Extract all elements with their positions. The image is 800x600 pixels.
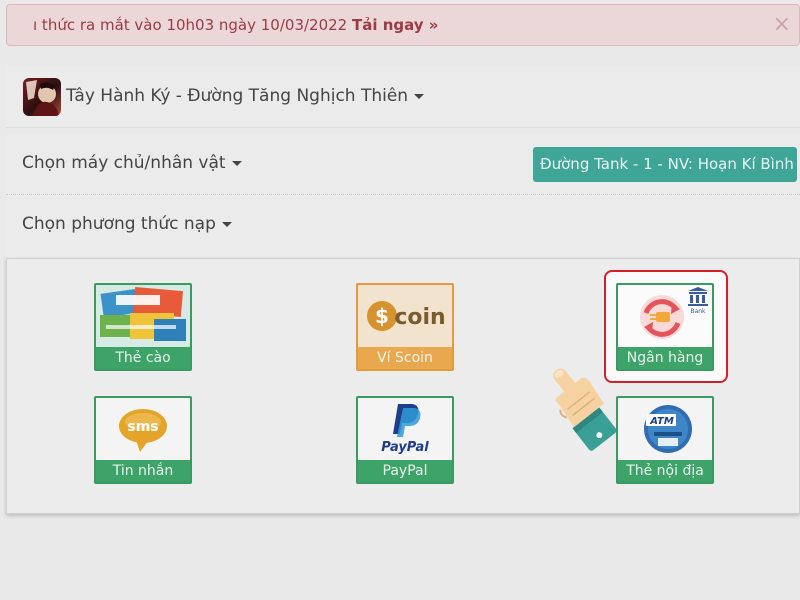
sms-logo-text: sms <box>127 419 158 435</box>
svg-text:$: $ <box>375 304 389 328</box>
atm-logo-text: ATM <box>649 416 674 427</box>
paypal-icon: PayPal <box>358 398 452 460</box>
caret-down-icon <box>414 93 425 99</box>
server-label: Chọn máy chủ/nhân vật <box>22 153 226 173</box>
method-label: Thẻ cào <box>96 347 190 369</box>
game-title: Tây Hành Ký - Đường Tăng Nghịch Thiên <box>66 86 409 106</box>
payment-label: Chọn phương thức nạp <box>22 214 216 234</box>
close-icon[interactable]: × <box>773 5 791 45</box>
bank-transfer-icon: Bank <box>618 285 712 347</box>
game-panel: Tây Hành Ký - Đường Tăng Nghịch Thiên <box>6 66 800 128</box>
paypal-logo-text: PayPal <box>381 440 429 455</box>
payment-method-dropdown[interactable]: Chọn phương thức nạp <box>22 214 232 234</box>
divider <box>6 194 800 195</box>
game-select-dropdown[interactable]: Tây Hành Ký - Đường Tăng Nghịch Thiên <box>66 86 425 106</box>
alert-text: ı thức ra mắt vào 10h03 ngày 10/03/2022 <box>33 16 348 34</box>
method-label: Tin nhắn <box>96 460 190 482</box>
caret-down-icon <box>231 160 242 166</box>
method-label: Thẻ nội địa <box>618 460 712 482</box>
pointing-hand-icon <box>540 352 636 460</box>
selected-server-button[interactable]: Đường Tank - 1 - NV: Hoạn Kí Bình <box>533 147 797 182</box>
bank-logo-text: Bank <box>690 308 706 315</box>
download-now-link[interactable]: Tải ngay » <box>352 16 438 34</box>
game-avatar-icon <box>23 78 61 116</box>
server-select-dropdown[interactable]: Chọn máy chủ/nhân vật <box>22 153 242 173</box>
scratch-card-icon <box>96 285 190 347</box>
notice-alert: ı thức ra mắt vào 10h03 ngày 10/03/2022 … <box>6 4 800 46</box>
scoin-icon: $ coin <box>358 285 452 347</box>
method-label: PayPal <box>358 460 452 482</box>
sms-icon: sms <box>96 398 190 460</box>
caret-down-icon <box>221 221 232 227</box>
method-card-scratch[interactable]: Thẻ cào <box>94 283 192 371</box>
method-card-sms[interactable]: sms Tin nhắn <box>94 396 192 484</box>
method-label: Ví Scoin <box>358 347 452 369</box>
method-card-scoin[interactable]: $ coin Ví Scoin <box>356 283 454 371</box>
scoin-logo-text: coin <box>394 305 445 330</box>
method-card-paypal[interactable]: PayPal PayPal <box>356 396 454 484</box>
